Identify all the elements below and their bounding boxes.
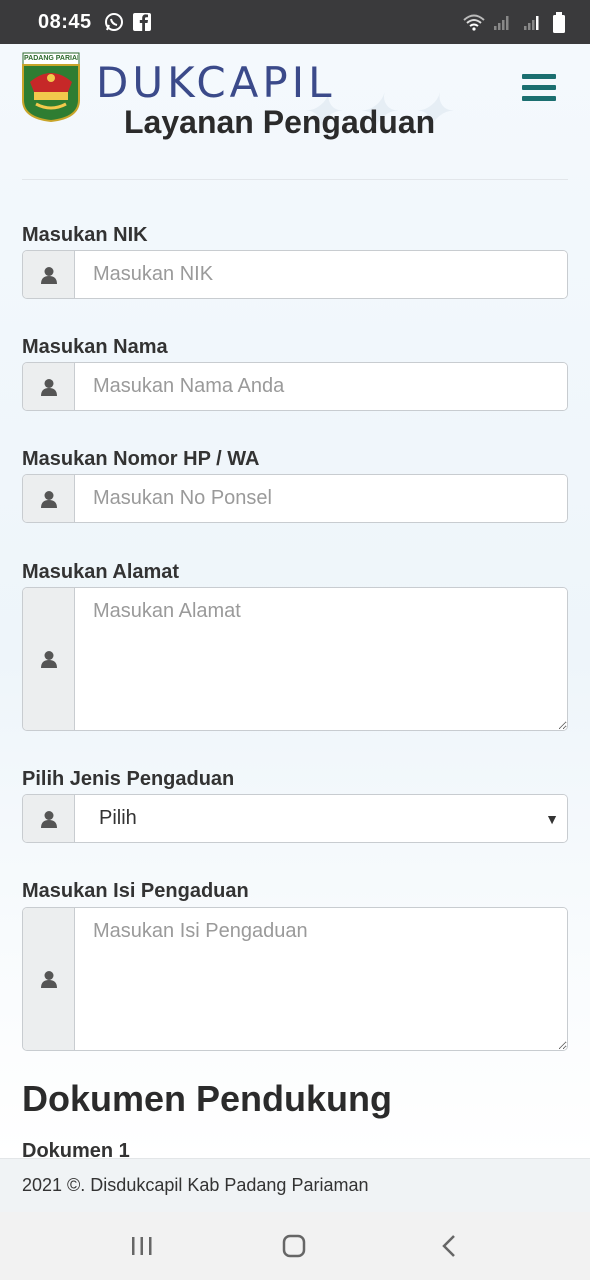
hamburger-icon	[522, 74, 556, 79]
nama-input[interactable]	[75, 363, 567, 410]
nama-input-group	[22, 362, 568, 411]
footer: 2021 ©. Disdukcapil Kab Padang Pariaman	[0, 1158, 590, 1212]
status-time: 08:45	[38, 10, 92, 33]
user-icon	[23, 363, 75, 410]
battery-icon	[552, 12, 572, 33]
isi-label: Masukan Isi Pengaduan	[22, 880, 249, 902]
hp-input-group	[22, 474, 568, 523]
dokumen-section-title: Dokumen Pendukung	[22, 1078, 393, 1119]
page-title: Layanan Pengaduan	[124, 104, 436, 140]
nik-label: Masukan NIK	[22, 224, 148, 246]
status-bar: 08:45	[0, 0, 590, 44]
nik-input-group	[22, 250, 568, 299]
footer-copyright: 2021 ©. Disdukcapil Kab Padang Pariaman	[22, 1175, 369, 1195]
nama-label: Masukan Nama	[22, 336, 168, 358]
nik-input[interactable]	[75, 251, 567, 298]
signal-icon	[492, 12, 512, 32]
signal-icon	[522, 12, 542, 32]
wifi-icon	[462, 12, 485, 32]
user-icon	[23, 588, 75, 730]
dokumen-1-label: Dokumen 1	[22, 1140, 130, 1158]
dukcapil-logo: PADANG PARIAMAN	[22, 52, 80, 123]
jenis-input-group: Pilih ▼	[22, 794, 568, 843]
hamburger-menu-button[interactable]	[522, 74, 556, 104]
system-navbar	[0, 1212, 590, 1280]
whatsapp-icon	[104, 12, 124, 32]
user-icon	[23, 908, 75, 1050]
jenis-select[interactable]: Pilih ▼	[75, 795, 567, 842]
isi-textarea[interactable]	[75, 908, 567, 1050]
isi-input-group	[22, 907, 568, 1051]
facebook-icon	[132, 12, 152, 32]
header: PADANG PARIAMAN DUKCAPIL Layanan Pengadu…	[0, 44, 590, 184]
alamat-input-group	[22, 587, 568, 731]
jenis-select-value: Pilih	[99, 807, 137, 829]
page-content: ✦ ✦ ✦ PADANG PARIAMAN DUKCAPIL Layanan P…	[0, 44, 590, 1158]
chevron-down-icon: ▼	[545, 810, 559, 827]
hp-label: Masukan Nomor HP / WA	[22, 448, 260, 470]
alamat-label: Masukan Alamat	[22, 561, 180, 583]
logo-text: PADANG PARIAMAN	[24, 55, 78, 62]
brand-title: DUKCAPIL	[96, 58, 336, 107]
user-icon	[23, 795, 75, 842]
header-divider	[22, 179, 568, 180]
alamat-textarea[interactable]	[75, 588, 567, 730]
hamburger-icon-bar	[522, 85, 556, 90]
hp-input[interactable]	[75, 475, 567, 522]
back-icon[interactable]	[436, 1232, 466, 1260]
hamburger-icon-bar	[522, 96, 556, 101]
home-icon[interactable]	[280, 1232, 310, 1260]
user-icon	[23, 475, 75, 522]
jenis-label: Pilih Jenis Pengaduan	[22, 768, 235, 790]
user-icon	[23, 251, 75, 298]
recent-apps-icon[interactable]	[128, 1232, 158, 1260]
